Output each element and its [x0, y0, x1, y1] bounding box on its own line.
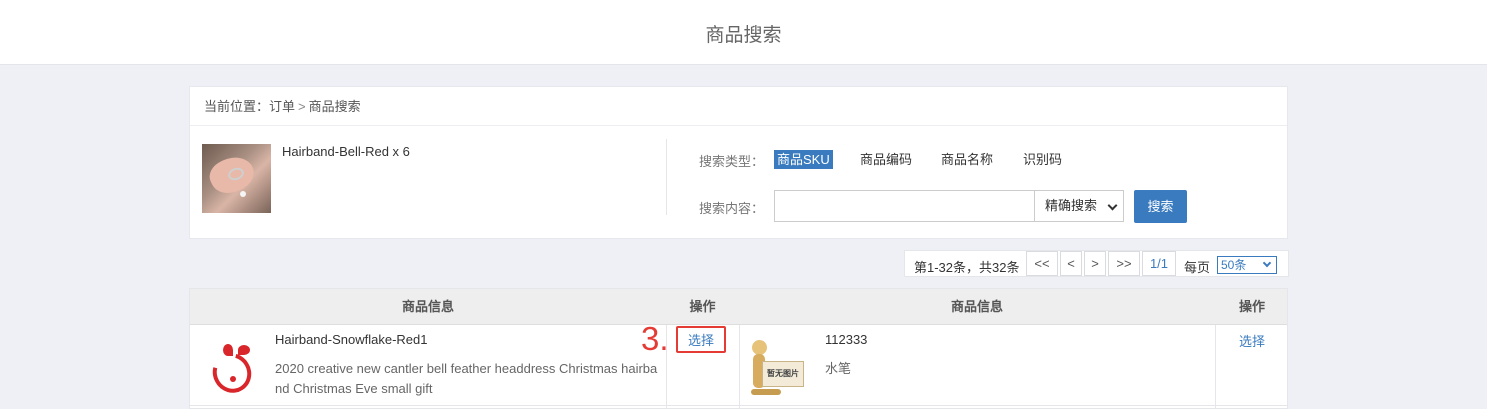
search-type-idcode[interactable]: 识别码 — [1020, 150, 1065, 169]
page-indicator: 1/1 — [1142, 251, 1176, 276]
breadcrumb-parent-link[interactable]: 订单 — [269, 99, 295, 114]
col-header-product-info-2: 商品信息 — [950, 299, 1003, 314]
last-page-button[interactable]: >> — [1108, 251, 1140, 276]
item-description: 2020 creative new cantler bell feather h… — [275, 359, 657, 399]
breadcrumb-prefix: 当前位置： — [204, 99, 270, 114]
search-type-code[interactable]: 商品编码 — [857, 150, 915, 169]
prev-page-button[interactable]: < — [1060, 251, 1082, 276]
breadcrumb-separator: > — [298, 99, 306, 114]
row-divider — [190, 405, 1287, 406]
select-button[interactable]: 选择 — [1239, 331, 1265, 350]
step-annotation: 3. — [641, 320, 669, 357]
select-button[interactable]: 选择 — [676, 326, 727, 353]
next-page-button[interactable]: > — [1084, 251, 1106, 276]
search-input[interactable] — [774, 190, 1034, 222]
search-panel: 当前位置：订单 > 商品搜索 Hairband-Bell-Red x 6 搜索类型：… — [189, 86, 1288, 239]
search-type-name[interactable]: 商品名称 — [938, 150, 996, 169]
item-description-line: 2020 creative new cantler bell feather h… — [275, 361, 658, 376]
search-button[interactable]: 搜索 — [1134, 190, 1187, 223]
product-image — [203, 339, 265, 400]
search-type-sku[interactable]: 商品SKU — [774, 150, 833, 169]
search-mode-select[interactable]: 精确搜索 — [1034, 190, 1124, 222]
no-image-text: 暂无图片 — [762, 361, 804, 387]
per-page-value: 50条 — [1221, 258, 1247, 272]
col-header-action-2: 操作 — [1238, 299, 1265, 314]
item-description-line: nd Christmas Eve small gift — [275, 381, 433, 396]
per-page-label: 每页 — [1184, 260, 1211, 275]
pagination: 第1-32条，共32条 << < > >> 1/1 每页 50条 — [904, 250, 1289, 277]
col-header-product-info: 商品信息 — [401, 299, 454, 314]
per-page-select[interactable]: 50条 — [1217, 256, 1277, 274]
chevron-down-icon — [1262, 258, 1272, 268]
table-header: 商品信息 操作 商品信息 操作 — [190, 289, 1287, 325]
top-bar: 商品搜索 — [0, 0, 1487, 65]
pagination-summary: 第1-32条，共32条 — [914, 260, 1020, 275]
chevron-down-icon — [1107, 200, 1118, 211]
item-title: Hairband-Snowflake-Red1 — [275, 332, 428, 347]
search-content-label: 搜索内容： — [699, 201, 765, 216]
search-mode-value: 精确搜索 — [1045, 198, 1098, 213]
results-table: 商品信息 操作 商品信息 操作 Hairband-Snowflake-Red1 … — [189, 288, 1288, 409]
column-divider — [1215, 325, 1216, 409]
col-header-action: 操作 — [689, 299, 716, 314]
product-image — [202, 144, 271, 213]
column-divider — [739, 325, 740, 409]
breadcrumb-current: 商品搜索 — [308, 99, 361, 114]
item-title: 112333 — [825, 332, 868, 347]
page-title: 商品搜索 — [705, 25, 782, 46]
search-type-label: 搜索类型： — [699, 154, 765, 169]
no-image-placeholder: 暂无图片 — [746, 334, 812, 400]
item-description: 水笔 — [825, 361, 852, 376]
product-name: Hairband-Bell-Red x 6 — [282, 144, 410, 159]
divider — [666, 139, 667, 215]
first-page-button[interactable]: << — [1026, 251, 1058, 276]
breadcrumb: 当前位置：订单 > 商品搜索 — [190, 87, 1287, 126]
